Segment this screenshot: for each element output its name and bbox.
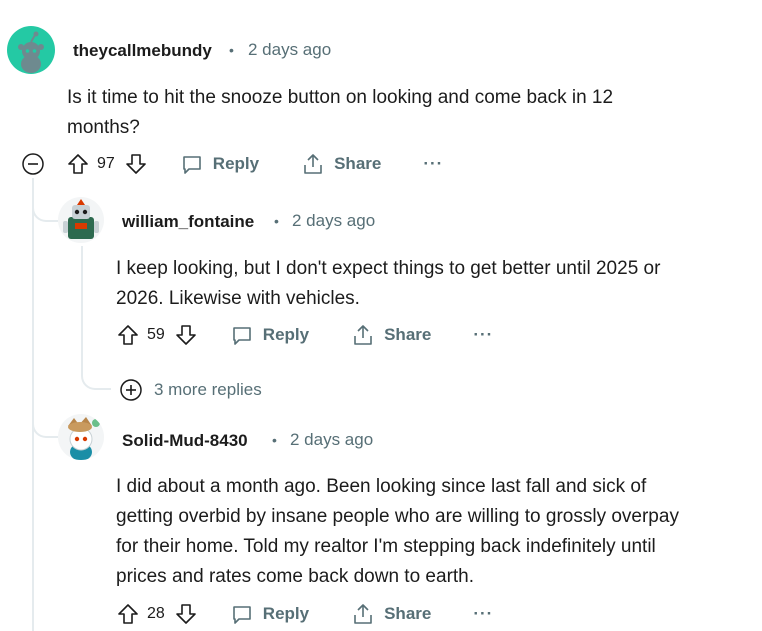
comment-body: I keep looking, but I don't expect thing…: [116, 258, 661, 309]
more-replies-label: 3 more replies: [154, 380, 262, 399]
plus-circle-icon: [120, 379, 142, 401]
chat-bubble-icon: [232, 606, 251, 624]
comment-actions: 59 Reply Share ···: [116, 321, 493, 349]
more-options-icon[interactable]: ···: [473, 325, 493, 345]
chat-bubble-icon: [182, 156, 201, 174]
more-options-icon[interactable]: ···: [423, 154, 443, 174]
meta-separator: •: [274, 213, 279, 229]
collapse-button[interactable]: [21, 152, 45, 176]
meta-separator: •: [272, 432, 277, 448]
share-button[interactable]: Share: [351, 602, 431, 626]
comment-author[interactable]: Solid-Mud-8430: [122, 431, 248, 451]
thread-line: [81, 246, 83, 376]
avatar[interactable]: [7, 26, 55, 74]
comment-actions: 97 Reply Share ···: [66, 150, 443, 178]
snoo-cat-icon: [68, 417, 100, 460]
comment-author[interactable]: theycallmebundy: [73, 41, 212, 61]
vote-count: 28: [147, 605, 165, 622]
share-label: Share: [334, 154, 382, 173]
downvote-icon[interactable]: [174, 323, 198, 347]
snoo-robot-icon: [63, 199, 99, 239]
downvote-icon[interactable]: [124, 152, 148, 176]
comment-body: Is it time to hit the snooze button on l…: [67, 87, 614, 138]
thread-elbow: [81, 362, 111, 390]
share-button[interactable]: Share: [351, 323, 431, 347]
comment-actions: 28 Reply Share ···: [116, 600, 493, 628]
more-options-icon[interactable]: ···: [473, 604, 493, 624]
upvote-icon[interactable]: [116, 323, 140, 347]
share-icon: [354, 604, 372, 624]
snoo-icon: [18, 31, 44, 73]
avatar[interactable]: [58, 414, 104, 460]
share-icon: [304, 154, 322, 174]
vote-count: 59: [147, 326, 165, 343]
reply-label: Reply: [212, 154, 260, 173]
meta-separator: •: [229, 42, 234, 58]
avatar[interactable]: [58, 197, 104, 243]
downvote-icon[interactable]: [174, 602, 198, 626]
reply-button[interactable]: Reply: [180, 152, 259, 176]
thread-elbow: [32, 412, 58, 438]
reply-button[interactable]: Reply: [230, 323, 309, 347]
comment-author[interactable]: william_fontaine: [122, 212, 254, 232]
share-label: Share: [384, 604, 432, 623]
comment-body: I did about a month ago. Been looking si…: [116, 476, 679, 587]
reply-label: Reply: [262, 325, 310, 344]
share-button[interactable]: Share: [301, 152, 381, 176]
share-icon: [354, 325, 372, 345]
upvote-icon[interactable]: [66, 152, 90, 176]
chat-bubble-icon: [232, 327, 251, 345]
comment-time[interactable]: 2 days ago: [248, 40, 331, 60]
thread-line: [32, 178, 34, 631]
comment-time[interactable]: 2 days ago: [292, 211, 375, 231]
vote-count: 97: [97, 155, 115, 172]
minus-circle-icon: [22, 153, 44, 175]
comment-time[interactable]: 2 days ago: [290, 430, 373, 450]
reply-label: Reply: [262, 604, 310, 623]
share-label: Share: [384, 325, 432, 344]
thread-elbow: [32, 196, 58, 222]
reply-button[interactable]: Reply: [230, 602, 309, 626]
upvote-icon[interactable]: [116, 602, 140, 626]
more-replies-button[interactable]: 3 more replies: [119, 377, 262, 403]
